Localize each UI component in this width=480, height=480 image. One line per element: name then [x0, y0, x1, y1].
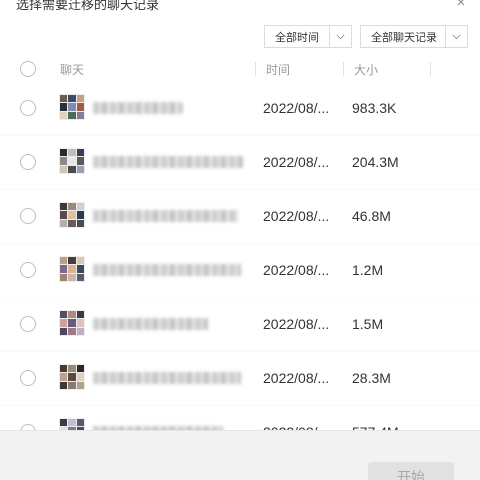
chat-name-blurred — [93, 210, 238, 222]
column-header-chat: 聊天 — [60, 63, 85, 77]
group-avatar — [59, 94, 85, 120]
row-size: 983.3K — [352, 100, 397, 116]
row-time: 2022/08/... — [263, 100, 330, 116]
table-row[interactable]: 2022/08/... 1.2M — [0, 244, 480, 298]
table-row[interactable]: 2022/08/... 983.3K — [0, 82, 480, 136]
time-filter-dropdown[interactable]: 全部时间 ⌵ — [264, 25, 352, 48]
chat-name-blurred — [93, 156, 243, 168]
chat-list[interactable]: 2022/08/... 983.3K 2022/08/... 204.3M 2022/0… — [0, 82, 480, 430]
group-avatar — [59, 418, 85, 430]
table-row[interactable]: 2022/08/... 204.3M — [0, 136, 480, 190]
row-checkbox[interactable] — [20, 154, 36, 170]
group-avatar — [59, 148, 85, 174]
select-all-checkbox[interactable] — [20, 61, 36, 77]
close-icon[interactable]: × — [454, 0, 468, 10]
chat-filter-dropdown[interactable]: 全部聊天记录 ⌵ — [360, 25, 468, 48]
time-filter-label: 全部时间 — [275, 31, 319, 44]
row-checkbox[interactable] — [20, 208, 36, 224]
row-size: 46.8M — [352, 208, 391, 224]
row-size: 1.2M — [352, 262, 384, 278]
group-avatar — [59, 256, 85, 282]
group-avatar — [59, 202, 85, 228]
table-row[interactable]: 2022/08/... 46.8M — [0, 190, 480, 244]
table-row[interactable]: 2022/08/...577.4M — [0, 406, 480, 430]
table-row[interactable]: 2022/08/... 28.3M — [0, 352, 480, 406]
row-time: 2022/08/... — [263, 370, 330, 386]
chevron-down-icon: ⌵ — [445, 26, 467, 47]
footer-bar: 开始 — [0, 430, 480, 480]
row-time: 2022/08/... — [263, 208, 330, 224]
group-avatar — [59, 310, 85, 336]
chevron-down-icon: ⌵ — [329, 26, 351, 47]
row-checkbox[interactable] — [20, 100, 36, 116]
row-size: 28.3M — [352, 370, 391, 386]
row-size: 1.5M — [352, 316, 384, 332]
group-avatar — [59, 364, 85, 390]
column-separator — [343, 62, 344, 76]
column-separator — [430, 62, 431, 76]
row-checkbox[interactable] — [20, 370, 36, 386]
row-time: 2022/08/... — [263, 154, 330, 170]
chat-name-blurred — [93, 318, 208, 330]
chat-filter-label: 全部聊天记录 — [371, 31, 437, 44]
chat-name-blurred — [93, 264, 241, 276]
table-row[interactable]: 2022/08/... 1.5M — [0, 298, 480, 352]
dialog-title: 选择需要迁移的聊天记录 — [16, 0, 160, 12]
column-header-time: 时间 — [266, 63, 291, 77]
start-button[interactable]: 开始 — [368, 462, 454, 480]
row-checkbox[interactable] — [20, 262, 36, 278]
column-header-size: 大小 — [354, 63, 379, 77]
row-time: 2022/08/... — [263, 316, 330, 332]
row-checkbox[interactable] — [20, 316, 36, 332]
row-time: 2022/08/... — [263, 262, 330, 278]
column-separator — [255, 62, 256, 76]
chat-name-blurred — [93, 102, 183, 114]
chat-name-blurred — [93, 372, 241, 384]
row-size: 204.3M — [352, 154, 399, 170]
table-header: 聊天 时间 大小 — [0, 56, 480, 82]
